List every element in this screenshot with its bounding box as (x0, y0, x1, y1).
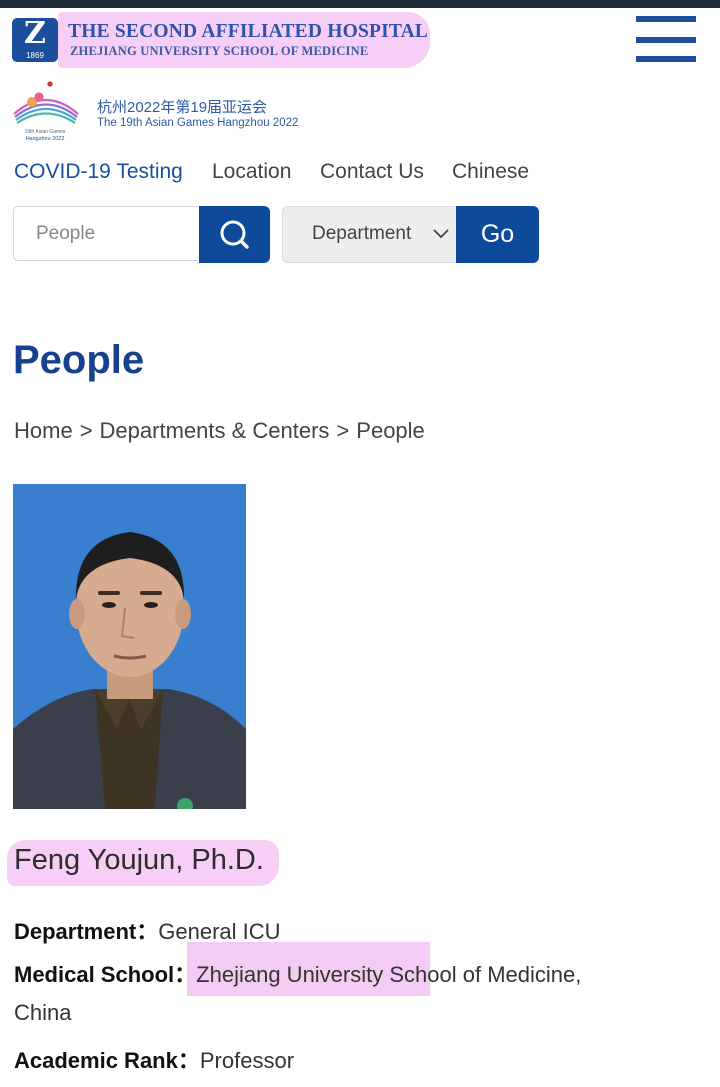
logo-letter: Z (24, 16, 46, 51)
games-logo-caption: Hangzhou 2022 (26, 136, 65, 142)
nav-covid-testing[interactable]: COVID-19 Testing (14, 160, 183, 184)
label-colon: ： (177, 1048, 200, 1073)
medical-school-row: Medical School：Zhejiang University Schoo… (14, 957, 581, 989)
medical-school-value: School of Medicine, (389, 962, 582, 987)
hamburger-icon-bar (636, 37, 696, 43)
asian-games-logo: 19th Asian Games Hangzhou 2022 (13, 81, 79, 142)
page-title: People (13, 338, 145, 382)
hamburger-menu-button[interactable] (636, 16, 696, 64)
label-colon: ： (174, 962, 197, 987)
hospital-name[interactable]: THE SECOND AFFILIATED HOSPITAL (68, 21, 428, 43)
department-label: Department (14, 919, 137, 944)
go-button[interactable]: Go (456, 206, 539, 263)
school-name[interactable]: ZHEJIANG UNIVERSITY SCHOOL OF MEDICINE (70, 44, 368, 59)
breadcrumb-current: People (356, 418, 425, 443)
hamburger-icon (636, 16, 696, 22)
department-value: General ICU (158, 919, 281, 944)
academic-rank-label: Academic Rank (14, 1048, 178, 1073)
people-search-input[interactable] (13, 206, 198, 261)
medical-school-label: Medical School (14, 962, 175, 987)
chevron-down-icon (433, 229, 449, 239)
academic-rank-row: Academic Rank：Professor (14, 1043, 294, 1075)
breadcrumb-home[interactable]: Home (14, 418, 73, 443)
medical-school-line2: China (14, 1000, 72, 1025)
nav-contact-us[interactable]: Contact Us (320, 160, 424, 184)
profile-photo (13, 484, 246, 809)
search-button[interactable] (199, 206, 270, 263)
hospital-logo[interactable]: Z 1869 (12, 16, 58, 62)
academic-rank-value: Professor (199, 1048, 295, 1073)
asian-games-title-en[interactable]: The 19th Asian Games Hangzhou 2022 (97, 117, 298, 129)
logo-mark: Z (12, 16, 58, 51)
hamburger-icon-bar (636, 56, 696, 62)
search-icon (220, 220, 249, 249)
person-name: Feng Youjun, Ph.D. (14, 844, 264, 876)
top-bar (0, 0, 720, 8)
medical-school-highlight: Zhejiang University (196, 962, 384, 987)
breadcrumb-separator: > (336, 418, 350, 443)
label-colon: ： (136, 919, 159, 944)
nav-location[interactable]: Location (212, 160, 291, 184)
logo-year: 1869 (12, 50, 58, 62)
nav-chinese[interactable]: Chinese (452, 160, 529, 184)
breadcrumb-separator: > (79, 418, 93, 443)
department-select-value: Department (312, 223, 412, 244)
department-select[interactable]: Department (282, 206, 456, 263)
games-logo-caption: 19th Asian Games (25, 129, 66, 135)
asian-games-title-cn[interactable]: 杭州2022年第19届亚运会 (97, 96, 267, 117)
breadcrumb: Home > Departments & Centers > People (14, 418, 425, 444)
breadcrumb-departments[interactable]: Departments & Centers (100, 418, 330, 443)
